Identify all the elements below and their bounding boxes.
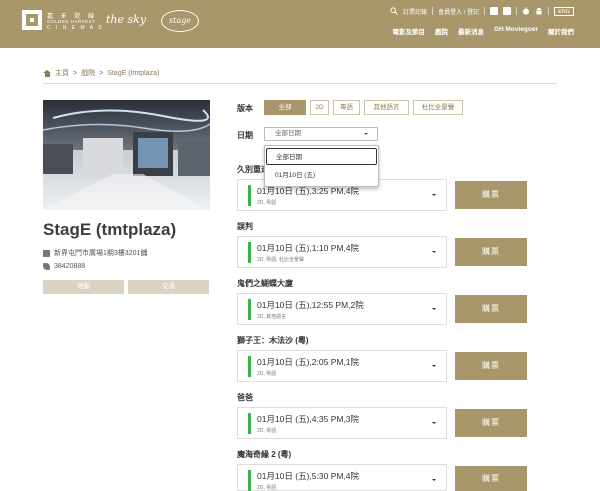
nav-item-moviegoer[interactable]: GH Moviegoer — [494, 26, 538, 36]
chevron-down-icon — [432, 308, 436, 310]
cinema-address: 新界屯門市廣場1期3樓3201舖 — [54, 250, 148, 257]
session-format: 2D, 其他語言 — [257, 314, 287, 320]
session-select[interactable]: 01月10日 (五),5:30 PM,4院 2D, 粵語 — [237, 464, 447, 491]
movie-title: 魔海奇緣 2 (粵) — [237, 450, 292, 459]
date-select-value: 全部日期 — [275, 130, 301, 137]
nav-item-movies[interactable]: 電影及節目 — [392, 26, 425, 36]
transport-button[interactable]: 交通 — [128, 280, 209, 294]
date-option-all[interactable]: 全部日期 — [266, 148, 377, 165]
session-select[interactable]: 01月10日 (五),4:35 PM,3院 2D, 粵語 — [237, 407, 447, 439]
session-time: 01月10日 (五),4:35 PM,3院 — [257, 414, 360, 424]
chevron-down-icon — [432, 422, 436, 424]
top-links: 訂票記錄 會員登入 / 登記 ENG — [390, 6, 574, 16]
site-header: 嘉 禾 院 線 GOLDEN HARVEST C I N E M A S the… — [0, 0, 600, 48]
breadcrumb-current: StagE (tmtplaza) — [107, 69, 160, 77]
breadcrumb: 主頁 > 戲院 > StagE (tmtplaza) — [43, 68, 159, 78]
divider — [432, 7, 434, 15]
session-select[interactable]: 01月10日 (五),12:55 PM,2院 2D, 其他語言 — [237, 293, 447, 325]
session-indicator — [248, 470, 251, 491]
session-format: 2D, 粵語 — [257, 200, 277, 206]
gh-logo-cinemas: C I N E M A S — [47, 25, 104, 31]
date-select[interactable]: 全部日期 — [264, 127, 378, 141]
buy-ticket-button[interactable]: 購票 — [455, 181, 527, 209]
search-icon[interactable] — [390, 7, 398, 15]
member-login-link[interactable]: 會員登入 / 登記 — [438, 7, 479, 16]
version-label: 版本 — [237, 104, 253, 113]
divider — [43, 83, 557, 84]
version-chip-atmos[interactable]: 杜比全景聲 — [413, 100, 463, 115]
session-indicator — [248, 185, 251, 206]
divider — [548, 7, 550, 15]
movie-title: 爸爸 — [237, 393, 253, 402]
language-button[interactable]: ENG — [554, 6, 574, 16]
session-indicator — [248, 242, 251, 263]
session-time: 01月10日 (五),1:10 PM,4院 — [257, 243, 360, 253]
session-select[interactable]: 01月10日 (五),1:10 PM,4院 2D, 粵語, 杜比全景聲 — [237, 236, 447, 268]
building-icon — [43, 249, 50, 257]
nav-item-news[interactable]: 最新消息 — [458, 26, 484, 36]
session-time: 01月10日 (五),5:30 PM,4院 — [257, 471, 360, 481]
divider — [484, 7, 486, 15]
android-icon[interactable] — [535, 7, 543, 15]
version-chip-other[interactable]: 其他語言 — [364, 100, 409, 115]
date-dropdown: 全部日期 01月10日 (五) — [264, 145, 379, 187]
chevron-down-icon — [432, 251, 436, 253]
address-row: 新界屯門市廣場1期3樓3201舖 — [43, 248, 147, 258]
apple-icon[interactable] — [522, 7, 530, 15]
session-format: 2D, 粵語, 杜比全景聲 — [257, 257, 304, 263]
breadcrumb-cinemas[interactable]: 戲院 — [81, 68, 95, 78]
breadcrumb-separator: > — [73, 69, 78, 77]
cinema-photo — [43, 100, 210, 210]
buy-ticket-button[interactable]: 購票 — [455, 352, 527, 380]
buy-ticket-button[interactable]: 購票 — [455, 466, 527, 491]
nav-item-about[interactable]: 關於我們 — [548, 26, 574, 36]
phone-row: 38420888 — [43, 263, 85, 270]
gh-logo-mark — [22, 10, 42, 30]
main-nav: 電影及節目 戲院 最新消息 GH Moviegoer 關於我們 — [392, 26, 574, 36]
chevron-down-icon — [364, 133, 368, 135]
session-select[interactable]: 01月10日 (五),2:05 PM,1院 2D, 粵語 — [237, 350, 447, 382]
the-sky-logo[interactable]: the sky — [106, 13, 146, 26]
divider — [516, 7, 518, 15]
date-label: 日期 — [237, 131, 253, 140]
golden-harvest-logo[interactable]: 嘉 禾 院 線 GOLDEN HARVEST C I N E M A S — [22, 10, 102, 34]
cinema-phone: 38420888 — [54, 263, 86, 270]
session-format: 2D, 粵語 — [257, 371, 277, 377]
date-option-jan10[interactable]: 01月10日 (五) — [266, 167, 377, 184]
chevron-down-icon — [432, 194, 436, 196]
buy-ticket-button[interactable]: 購票 — [455, 409, 527, 437]
buy-ticket-button[interactable]: 購票 — [455, 238, 527, 266]
breadcrumb-home[interactable]: 主頁 — [55, 68, 69, 78]
gh-logo-english: GOLDEN HARVEST — [47, 19, 96, 24]
chevron-down-icon — [432, 365, 436, 367]
movie-title: 鬼們之蝴蝶大廈 — [237, 279, 293, 288]
facebook-icon[interactable] — [490, 7, 499, 15]
booking-records-link[interactable]: 訂票記錄 — [403, 7, 427, 16]
movie-title: 誤判 — [237, 222, 253, 231]
session-time: 01月10日 (五),12:55 PM,2院 — [257, 300, 364, 310]
session-time: 01月10日 (五),2:05 PM,1院 — [257, 357, 360, 367]
home-icon[interactable] — [43, 69, 51, 77]
cinema-name: StagE (tmtplaza) — [43, 220, 177, 239]
session-format: 2D, 粵語 — [257, 428, 277, 434]
email-icon[interactable] — [503, 7, 512, 15]
version-chip-cantonese[interactable]: 粵語 — [333, 100, 360, 115]
nav-item-cinemas[interactable]: 戲院 — [435, 26, 448, 36]
session-format: 2D, 粵語 — [257, 485, 277, 491]
session-indicator — [248, 299, 251, 320]
chevron-down-icon — [432, 479, 436, 481]
breadcrumb-separator: > — [99, 69, 104, 77]
movie-title: 獅子王：木法沙 (粵) — [237, 336, 309, 345]
map-button[interactable]: 地圖 — [43, 280, 124, 294]
buy-ticket-button[interactable]: 購票 — [455, 295, 527, 323]
session-indicator — [248, 356, 251, 377]
phone-icon — [43, 263, 50, 270]
version-chip-2d[interactable]: 2D — [310, 100, 329, 115]
version-chip-all[interactable]: 全部 — [264, 100, 306, 115]
stage-logo[interactable]: stage — [161, 10, 199, 32]
session-indicator — [248, 413, 251, 434]
